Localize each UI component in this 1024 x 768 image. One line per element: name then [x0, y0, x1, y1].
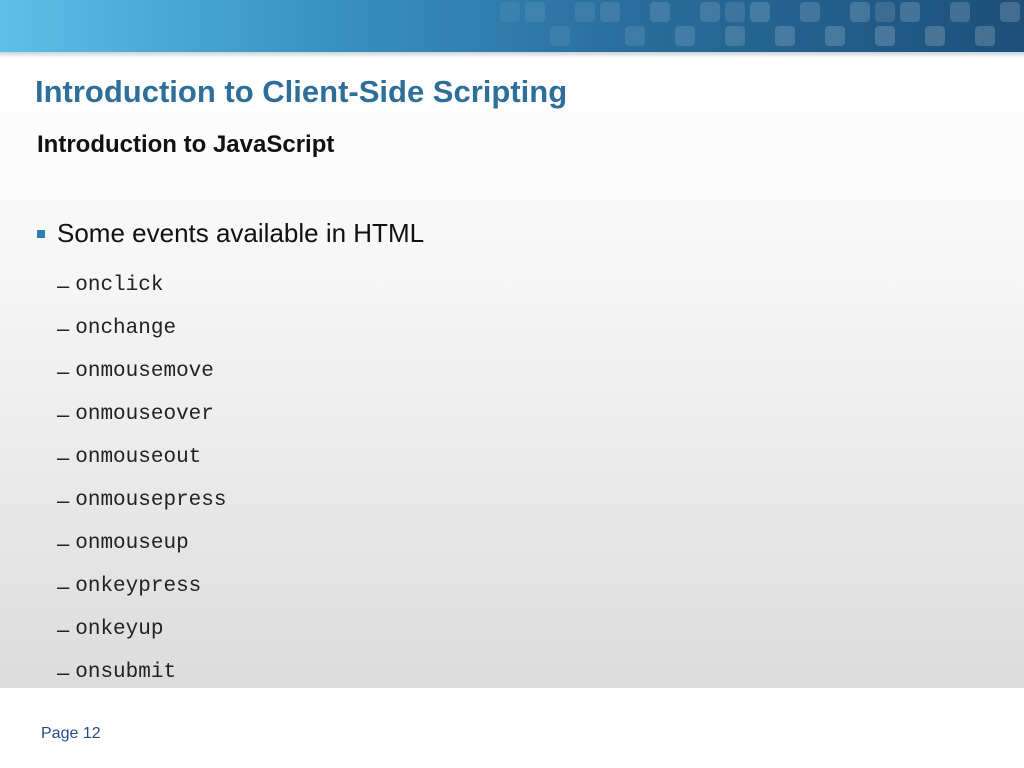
event-name: onmouseout [75, 446, 202, 469]
page-number: Page 12 [41, 725, 101, 742]
event-item: – onchange [57, 307, 226, 350]
event-name: onchange [75, 317, 177, 340]
event-list: – onclick – onchange – onmousemove – onm… [57, 264, 226, 694]
square-bullet-icon [37, 229, 45, 238]
dash-marker: – [57, 401, 70, 427]
event-name: onkeypress [75, 575, 202, 598]
slide-title: Introduction to Client-Side Scripting [35, 74, 568, 109]
dash-marker: – [57, 315, 70, 341]
event-name: onmousepress [75, 489, 227, 512]
slide-subtitle: Introduction to JavaScript [37, 131, 335, 158]
event-item: – onkeypress [57, 565, 226, 608]
banner-squares-decoration [500, 2, 1020, 46]
dash-marker: – [57, 272, 70, 298]
event-item: – onmouseout [57, 436, 226, 479]
bullet-text: Some events available in HTML [57, 218, 425, 248]
dash-marker: – [57, 530, 70, 556]
event-item: – onclick [57, 264, 226, 307]
event-item: – onmouseover [57, 393, 226, 436]
event-item: – onsubmit [57, 651, 226, 694]
event-item: – onkeyup [57, 608, 226, 651]
dash-marker: – [57, 358, 70, 384]
header-banner [0, 0, 1024, 52]
event-name: onclick [75, 274, 164, 297]
event-name: onsubmit [75, 661, 177, 684]
slide: Introduction to Client-Side Scripting In… [0, 0, 1024, 768]
event-name: onmousemove [75, 360, 214, 383]
dash-marker: – [57, 659, 70, 685]
event-name: onkeyup [75, 618, 164, 641]
dash-marker: – [57, 444, 70, 470]
bullet-item: Some events available in HTML [37, 218, 424, 249]
event-item: – onmousepress [57, 479, 226, 522]
event-name: onmouseover [75, 403, 214, 426]
dash-marker: – [57, 573, 70, 599]
event-name: onmouseup [75, 532, 189, 555]
dash-marker: – [57, 487, 70, 513]
event-item: – onmousemove [57, 350, 226, 393]
footer [0, 688, 1024, 768]
event-item: – onmouseup [57, 522, 226, 565]
dash-marker: – [57, 616, 70, 642]
